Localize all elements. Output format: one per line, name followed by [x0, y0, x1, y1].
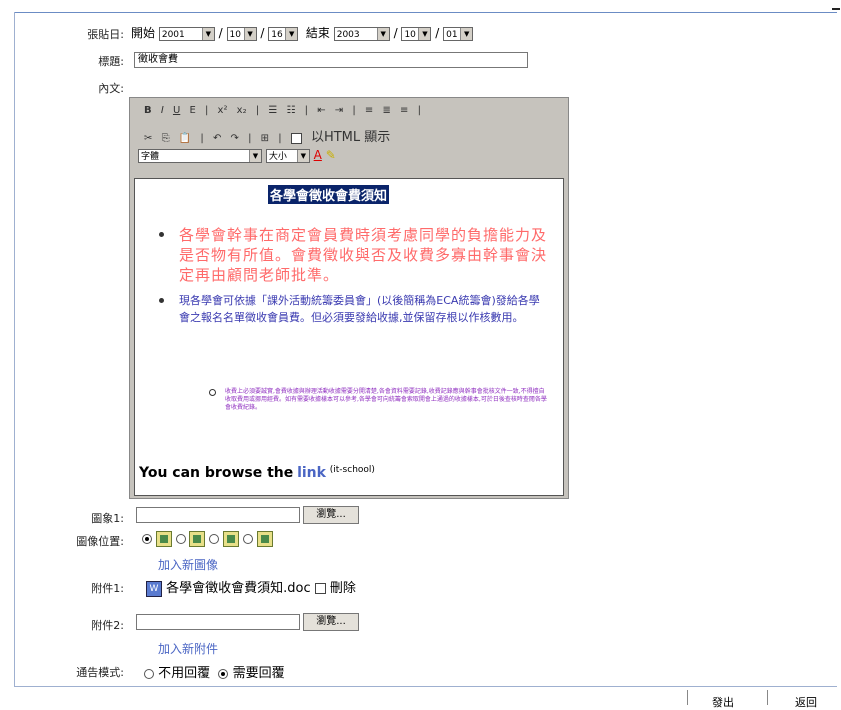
end-day-select[interactable]: 01 ▼	[443, 26, 474, 41]
ordered-list-button[interactable]: ☰	[268, 105, 277, 116]
sub-bullet-item: 收費上必須要誠實,會費收據與辦理活動收據需要分開清楚,各會資料需要記錄,收費記錄…	[209, 388, 549, 412]
subscript-button[interactable]: x₂	[237, 105, 247, 116]
align-left-button[interactable]: ≡	[365, 105, 373, 116]
end-year-select[interactable]: 2003 ▼	[333, 26, 390, 41]
top-border	[14, 12, 837, 13]
bottom-border	[14, 686, 837, 687]
no-reply-radio[interactable]	[144, 668, 154, 679]
table-icon[interactable]: ⊞	[261, 133, 269, 144]
image1-file-input[interactable]	[136, 507, 300, 523]
image1-label: 圖象1:	[91, 512, 124, 525]
notice-mode-options: 不用回覆 需要回覆	[144, 662, 285, 681]
attach1-label: 附件1:	[91, 582, 124, 595]
attach1-delete-label: 刪除	[329, 581, 356, 596]
end-label: 結束	[305, 26, 330, 40]
html-toggle-checkbox[interactable]	[290, 132, 302, 144]
font-select[interactable]: 字體 ▼	[138, 148, 262, 163]
align-right-button[interactable]: ≡	[400, 105, 408, 116]
outdent-button[interactable]: ⇤	[317, 105, 325, 116]
attach2-file-input[interactable]	[136, 614, 300, 630]
image-pos-radio-3[interactable]	[209, 534, 220, 544]
start-year-select[interactable]: 2001 ▼	[158, 26, 215, 41]
attach2-browse-button[interactable]: 瀏覽...	[303, 613, 359, 631]
attach1-row: W 各學會徵收會費須知.doc 刪除	[146, 577, 356, 597]
start-label: 開始	[131, 26, 156, 40]
title-label: 標題:	[98, 55, 124, 68]
content-label: 內文:	[98, 82, 124, 95]
sub-bullet-text: 收費上必須要誠實,會費收據與辦理活動收據需要分開清楚,各會資料需要記錄,收費記錄…	[225, 388, 547, 411]
content-heading: 各學會徵收會費須知	[268, 185, 390, 204]
editor-content-area[interactable]: 各學會徵收會費須知 各學會幹事在商定會員費時須考慮同學的負擔能力及是否物有所值。…	[134, 178, 564, 496]
paste-icon[interactable]: 📋	[179, 133, 191, 144]
size-select[interactable]: 大小 ▼	[265, 148, 310, 163]
image-pos-label: 圖像位置:	[76, 535, 124, 548]
align-center-button[interactable]: ≣	[382, 105, 390, 116]
send-button[interactable]: 發出	[712, 694, 734, 710]
notice-mode-label: 通告模式:	[76, 666, 124, 679]
underline-button[interactable]: U	[173, 105, 180, 116]
cut-icon[interactable]: ✂	[144, 133, 152, 144]
attach2-label: 附件2:	[91, 619, 124, 632]
indent-button[interactable]: ⇥	[335, 105, 343, 116]
add-attachment-link[interactable]: 加入新附件	[158, 640, 218, 657]
title-input[interactable]: 徵收會費	[134, 52, 528, 68]
italic-button[interactable]: I	[161, 105, 164, 116]
need-reply-label: 需要回覆	[232, 666, 285, 681]
browse-text: You can browse the	[139, 465, 294, 481]
window-minimize-icon[interactable]	[832, 8, 840, 10]
undo-icon[interactable]: ↶	[213, 133, 221, 144]
font-toolbar: 字體 ▼ 大小 ▼ A ✎	[138, 148, 336, 163]
image-bottom-icon	[256, 531, 273, 547]
unordered-list-button[interactable]: ☷	[286, 105, 295, 116]
it-school-link[interactable]: link	[297, 465, 326, 481]
browse-line: You can browse the link (it-school)	[139, 465, 375, 481]
link-note: (it-school)	[329, 465, 375, 475]
word-document-icon: W	[146, 580, 162, 597]
bullet-2-text: 現各學會可依據「課外活動統籌委員會」(以後簡稱為ECA統籌會)發給各學會之報名名…	[179, 294, 540, 324]
strike-button[interactable]: E	[189, 105, 195, 116]
redo-icon[interactable]: ↷	[231, 133, 239, 144]
image-position-options	[142, 531, 273, 547]
attach1-filename[interactable]: 各學會徵收會費須知.doc	[166, 581, 311, 596]
image-right-icon	[189, 531, 206, 547]
need-reply-radio[interactable]	[218, 668, 229, 679]
edit-toolbar: ✂ ⎘ 📋 | ↶ ↷ | ⊞ | 以HTML 顯示	[144, 130, 391, 145]
end-month-select[interactable]: 10 ▼	[401, 26, 432, 41]
start-month-select[interactable]: 10 ▼	[226, 26, 257, 41]
add-image-link[interactable]: 加入新圖像	[158, 556, 218, 573]
bullet-1-text: 各學會幹事在商定會員費時須考慮同學的負擔能力及是否物有所值。會費徵收與否及收費多…	[179, 226, 548, 284]
image-pos-radio-2[interactable]	[175, 534, 186, 544]
start-day-select[interactable]: 16 ▼	[268, 26, 299, 41]
image1-browse-button[interactable]: 瀏覽...	[303, 506, 359, 524]
bold-button[interactable]: B	[144, 105, 152, 116]
image-left-icon	[155, 531, 172, 547]
copy-icon[interactable]: ⎘	[162, 133, 170, 144]
format-toolbar: B I U E | x² x₂ | ☰ ☷ | ⇤ ⇥ | ≡ ≣ ≡ |	[144, 105, 421, 116]
html-toggle-label: 以HTML 顯示	[310, 130, 391, 145]
date-label: 張貼日:	[87, 28, 124, 41]
no-reply-label: 不用回覆	[158, 666, 211, 681]
image-pos-radio-1[interactable]	[142, 534, 152, 544]
image-pos-radio-4[interactable]	[242, 534, 253, 544]
attach1-delete-checkbox[interactable]	[314, 583, 326, 594]
highlight-icon[interactable]: ✎	[326, 148, 336, 162]
image-top-icon	[223, 531, 240, 547]
superscript-button[interactable]: x²	[218, 105, 228, 116]
footer-divider-2	[767, 690, 768, 705]
back-button[interactable]: 返回	[795, 694, 817, 710]
date-row: 開始 2001 ▼ / 10 ▼ / 16 ▼ 結束 2003 ▼ / 10 ▼ / 01…	[131, 24, 474, 41]
footer-divider-1	[687, 690, 688, 705]
bullet-item-2: 現各學會可依據「課外活動統籌委員會」(以後簡稱為ECA統籌會)發給各學會之報名名…	[159, 292, 549, 326]
bullet-item-1: 各學會幹事在商定會員費時須考慮同學的負擔能力及是否物有所值。會費徵收與否及收費多…	[159, 225, 549, 285]
font-color-icon[interactable]: A	[314, 148, 322, 162]
